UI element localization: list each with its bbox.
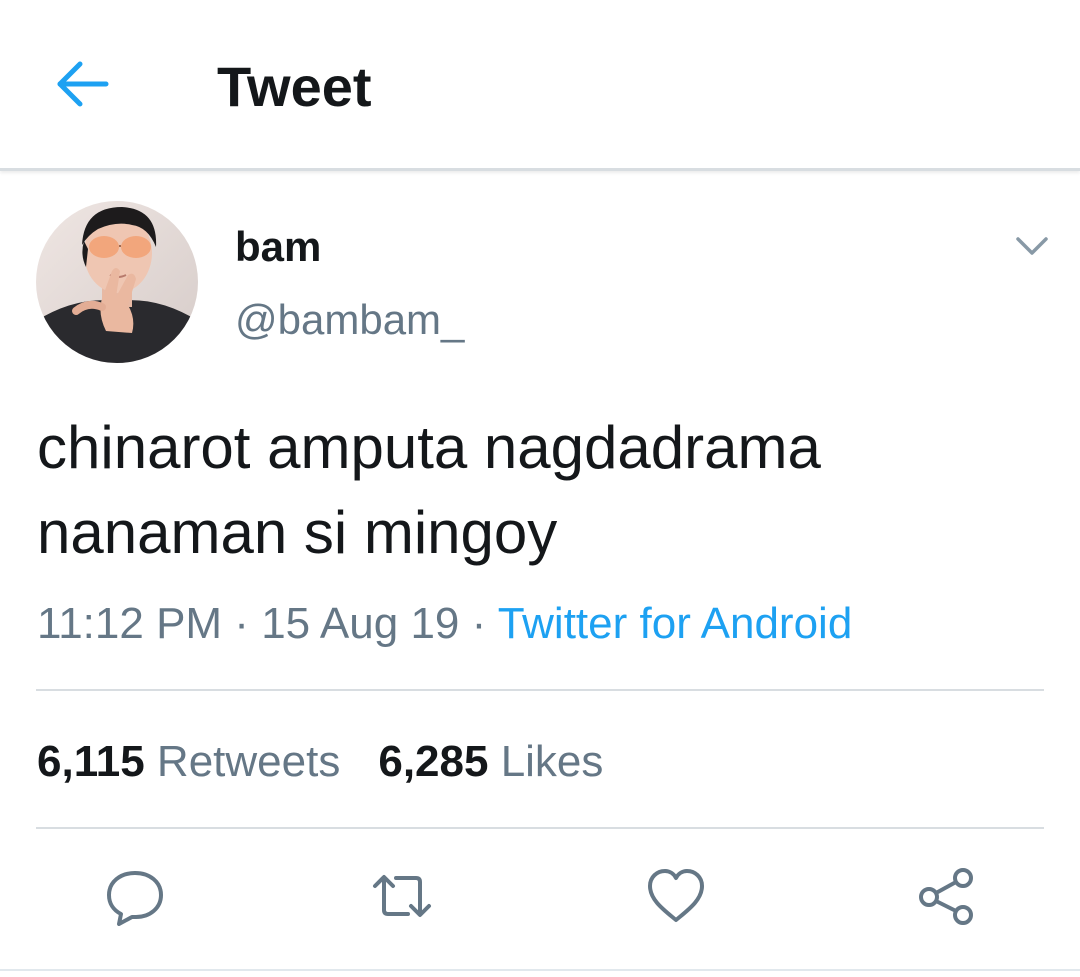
arrow-left-icon[interactable] [50, 52, 114, 116]
likes-stat[interactable]: 6,285 Likes [378, 737, 603, 786]
retweets-stat[interactable]: 6,115 Retweets [37, 737, 340, 786]
likes-count: 6,285 [378, 737, 489, 786]
meta-separator: · [222, 599, 262, 648]
tweet-text: chinarot amputa nagdadrama nanaman si mi… [37, 414, 821, 566]
retweets-count: 6,115 [37, 737, 145, 786]
bottom-divider [0, 969, 1080, 971]
avatar-photo [36, 201, 198, 363]
tweet-stats: 6,115 Retweets 6,285 Likes [37, 735, 603, 789]
tweet-date: 15 Aug 19 [261, 599, 460, 648]
divider [36, 689, 1044, 691]
tweet-source-link[interactable]: Twitter for Android [498, 599, 853, 648]
retweets-label: Retweets [156, 737, 341, 786]
tweet-metadata: 11:12 PM · 15 Aug 19 · Twitter for Andro… [37, 597, 852, 651]
likes-label: Likes [500, 737, 604, 786]
top-app-bar: Tweet [0, 0, 1080, 171]
share-icon[interactable] [916, 866, 976, 926]
heart-icon[interactable] [646, 866, 706, 926]
chevron-down-icon[interactable] [1010, 225, 1054, 269]
divider [36, 827, 1044, 829]
tweet-time: 11:12 PM [37, 599, 223, 648]
page-title: Tweet [217, 55, 372, 118]
meta-separator: · [459, 599, 498, 648]
retweet-icon[interactable] [372, 866, 432, 926]
avatar[interactable] [36, 201, 198, 363]
reply-icon[interactable] [105, 866, 165, 926]
display-name[interactable]: bam [235, 222, 321, 272]
user-handle[interactable]: @bambam_ [235, 295, 464, 345]
